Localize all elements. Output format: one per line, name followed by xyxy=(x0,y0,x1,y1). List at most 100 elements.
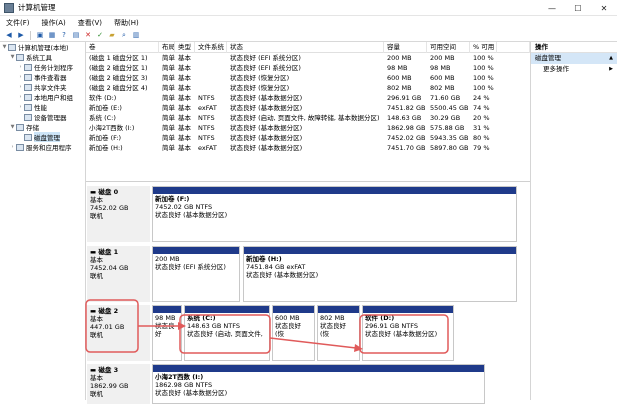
partition-block[interactable]: 200 MB 状态良好 (EFI 系统分区) xyxy=(152,246,240,302)
partition-block[interactable]: 新加卷 (F:) 7452.02 GB NTFS 状态良好 (基本数据分区) xyxy=(152,186,517,242)
tree-item[interactable]: › 共享文件夹 xyxy=(0,82,85,92)
check-icon[interactable]: ✓ xyxy=(95,30,105,40)
table-cell: 575.88 GB xyxy=(430,124,465,132)
back-icon[interactable]: ◀ xyxy=(4,30,14,40)
partition-block[interactable]: 802 MB 状态良好 (恢 xyxy=(317,305,360,361)
expand-arrow-icon[interactable]: › xyxy=(17,94,24,100)
partition-size: 7452.02 GB NTFS xyxy=(155,203,213,211)
partition-block[interactable]: 系统 (C:) 148.63 GB NTFS 状态良好 (启动, 页面文件, xyxy=(184,305,270,361)
table-cell: 100 % xyxy=(473,84,494,92)
close-button[interactable]: ✕ xyxy=(591,0,617,16)
tree-item[interactable]: › 性能 xyxy=(0,102,85,112)
table-cell: 30.29 GB xyxy=(430,114,461,122)
table-row[interactable]: 小海2T西数 (I:) 简单 基本 NTFS 状态良好 (基本数据分区) 1862.98 … xyxy=(86,123,530,133)
tree-item[interactable]: › 任务计划程序 xyxy=(0,62,85,72)
partition-size: 600 MB xyxy=(275,314,300,322)
table-cell: 802 MB xyxy=(430,84,455,92)
partition-block[interactable]: 软件 (D:) 296.91 GB NTFS 状态良好 (基本数据分区) xyxy=(362,305,454,361)
table-row[interactable]: 新加卷 (H:) 简单 基本 exFAT 状态良好 (基本数据分区) 7451.70 GB… xyxy=(86,143,530,153)
view-icon[interactable]: ▥ xyxy=(131,30,141,40)
tree-item-label: 存储 xyxy=(26,124,39,132)
expand-arrow-icon[interactable]: ▼ xyxy=(9,54,16,60)
table-cell: exFAT xyxy=(198,104,217,112)
help-icon[interactable]: ? xyxy=(59,30,69,40)
column-header-layout[interactable]: 布局 xyxy=(159,42,175,53)
disk-label[interactable]: ▬ 磁盘 0 基本 7452.02 GB 联机 xyxy=(87,186,150,242)
maximize-button[interactable]: ☐ xyxy=(565,0,591,16)
more-actions-item[interactable]: 更多操作 ▶ xyxy=(531,64,617,75)
table-cell: 7452.02 GB xyxy=(387,134,426,142)
partition-status: 状态良好 (恢 xyxy=(320,322,346,338)
table-cell: 148.63 GB xyxy=(387,114,422,122)
disk-label[interactable]: ▬ 磁盘 2 基本 447.01 GB 联机 xyxy=(87,305,150,361)
table-row[interactable]: (磁盘 2 磁盘分区 3) 简单 基本 状态良好 (恢复分区) 600 MB 600 MB… xyxy=(86,73,530,83)
properties-icon[interactable]: ▤ xyxy=(71,30,81,40)
navigation-tree: ▼ 计算机管理(本地) ▼ 系统工具 › 任务计划程序 › 事件查看器 › 共享文件夹 › 本地用户和… xyxy=(0,42,86,400)
table-cell: 新加卷 (E:) xyxy=(89,104,122,112)
expand-arrow-icon[interactable]: ▼ xyxy=(1,44,8,50)
minimize-button[interactable]: — xyxy=(539,0,565,16)
up-icon[interactable]: ▣ xyxy=(35,30,45,40)
table-cell: 5500.45 GB xyxy=(430,104,469,112)
column-header-filesystem[interactable]: 文件系统 xyxy=(195,42,227,53)
disk-size: 1862.99 GB xyxy=(90,382,129,390)
table-cell: 状态良好 (基本数据分区) xyxy=(230,124,303,132)
tree-item[interactable]: ▼ 存储 xyxy=(0,122,85,132)
column-header-capacity[interactable]: 容量 xyxy=(384,42,427,53)
column-header-volume[interactable]: 卷 xyxy=(86,42,159,53)
expand-arrow-icon[interactable]: › xyxy=(17,104,24,110)
disk-label[interactable]: ▬ 磁盘 1 基本 7452.04 GB 联机 xyxy=(87,246,150,302)
toolbar: ◀ ▶ ▣ ▦ ? ▤ ✕ ✓ ▰ ⌕ ▥ xyxy=(0,29,617,42)
column-header-free-space[interactable]: 可用空间 xyxy=(427,42,470,53)
search-icon[interactable]: ⌕ xyxy=(119,30,129,40)
table-cell: 简单 xyxy=(162,104,175,112)
menu-view[interactable]: 查看(V) xyxy=(72,18,108,28)
expand-arrow-icon[interactable]: › xyxy=(17,74,24,80)
node-icon xyxy=(24,113,32,121)
disk-size: 7452.02 GB xyxy=(90,204,129,212)
actions-section-disk-management[interactable]: 磁盘管理 ▲ xyxy=(531,53,617,64)
close-icon[interactable]: ✕ xyxy=(83,30,93,40)
disk-row: ▬ 磁盘 0 基本 7452.02 GB 联机 新加卷 (F:) 7452.02 GB N… xyxy=(87,186,517,242)
menu-action[interactable]: 操作(A) xyxy=(36,18,72,28)
partition-block[interactable]: 600 MB 状态良好 (恢 xyxy=(272,305,315,361)
tree-item[interactable]: ▼ 系统工具 xyxy=(0,52,85,62)
table-cell: 20 % xyxy=(473,114,490,122)
table-row[interactable]: 系统 (C:) 简单 基本 NTFS 状态良好 (启动, 页面文件, 故障转储, 基本数… xyxy=(86,113,530,123)
expand-arrow-icon[interactable]: › xyxy=(17,84,24,90)
table-cell: 98 MB xyxy=(387,64,408,72)
tree-item[interactable]: › 事件查看器 xyxy=(0,72,85,82)
tree-item[interactable]: 设备管理器 xyxy=(0,112,85,122)
tree-item[interactable]: › 本地用户和组 xyxy=(0,92,85,102)
table-row[interactable]: 新加卷 (E:) 简单 基本 exFAT 状态良好 (基本数据分区) 7451.82 GB… xyxy=(86,103,530,113)
folder-icon[interactable]: ▰ xyxy=(107,30,117,40)
more-actions-label: 更多操作 xyxy=(543,65,569,73)
tree-item[interactable]: ▼ 计算机管理(本地) xyxy=(0,42,85,52)
expand-arrow-icon[interactable]: › xyxy=(9,144,16,150)
partition-block[interactable]: 98 MB 状态良好 xyxy=(152,305,182,361)
partition-block[interactable]: 新加卷 (H:) 7451.84 GB exFAT 状态良好 (基本数据分区) xyxy=(243,246,517,302)
column-header-type[interactable]: 类型 xyxy=(175,42,195,53)
partition-size: 98 MB xyxy=(155,314,176,322)
table-row[interactable]: 新加卷 (F:) 简单 基本 NTFS 状态良好 (基本数据分区) 7452.02 GB 5… xyxy=(86,133,530,143)
collapse-icon: ▲ xyxy=(609,55,613,61)
table-row[interactable]: 软件 (D:) 简单 基本 NTFS 状态良好 (基本数据分区) 296.91 GB 71.… xyxy=(86,93,530,103)
tree-item-label: 本地用户和组 xyxy=(34,94,73,102)
disk-label[interactable]: ▬ 磁盘 3 基本 1862.99 GB 联机 xyxy=(87,364,150,404)
menu-file[interactable]: 文件(F) xyxy=(0,18,36,28)
forward-icon[interactable]: ▶ xyxy=(16,30,26,40)
tree-item[interactable]: › 服务和应用程序 xyxy=(0,142,85,152)
column-header-percent-free[interactable]: % 可用 xyxy=(470,42,497,53)
table-row[interactable]: (磁盘 1 磁盘分区 1) 简单 基本 状态良好 (EFI 系统分区) 200 MB 20… xyxy=(86,53,530,63)
table-row[interactable]: (磁盘 2 磁盘分区 1) 简单 基本 状态良好 (EFI 系统分区) 98 MB 98 … xyxy=(86,63,530,73)
partition-block[interactable]: 小海2T西数 (I:) 1862.98 GB NTFS 状态良好 (基本数据分区) xyxy=(152,364,485,404)
expand-arrow-icon[interactable]: ▼ xyxy=(9,124,16,130)
table-row[interactable]: (磁盘 2 磁盘分区 4) 简单 基本 状态良好 (恢复分区) 802 MB 802 MB… xyxy=(86,83,530,93)
tree-item[interactable]: 磁盘管理 xyxy=(0,132,85,142)
grid-icon[interactable]: ▦ xyxy=(47,30,57,40)
column-header-status[interactable]: 状态 xyxy=(227,42,384,53)
expand-arrow-icon[interactable]: › xyxy=(17,64,24,70)
menu-help[interactable]: 帮助(H) xyxy=(108,18,145,28)
disk-type: 基本 xyxy=(90,196,103,204)
partition-bar xyxy=(153,365,484,372)
